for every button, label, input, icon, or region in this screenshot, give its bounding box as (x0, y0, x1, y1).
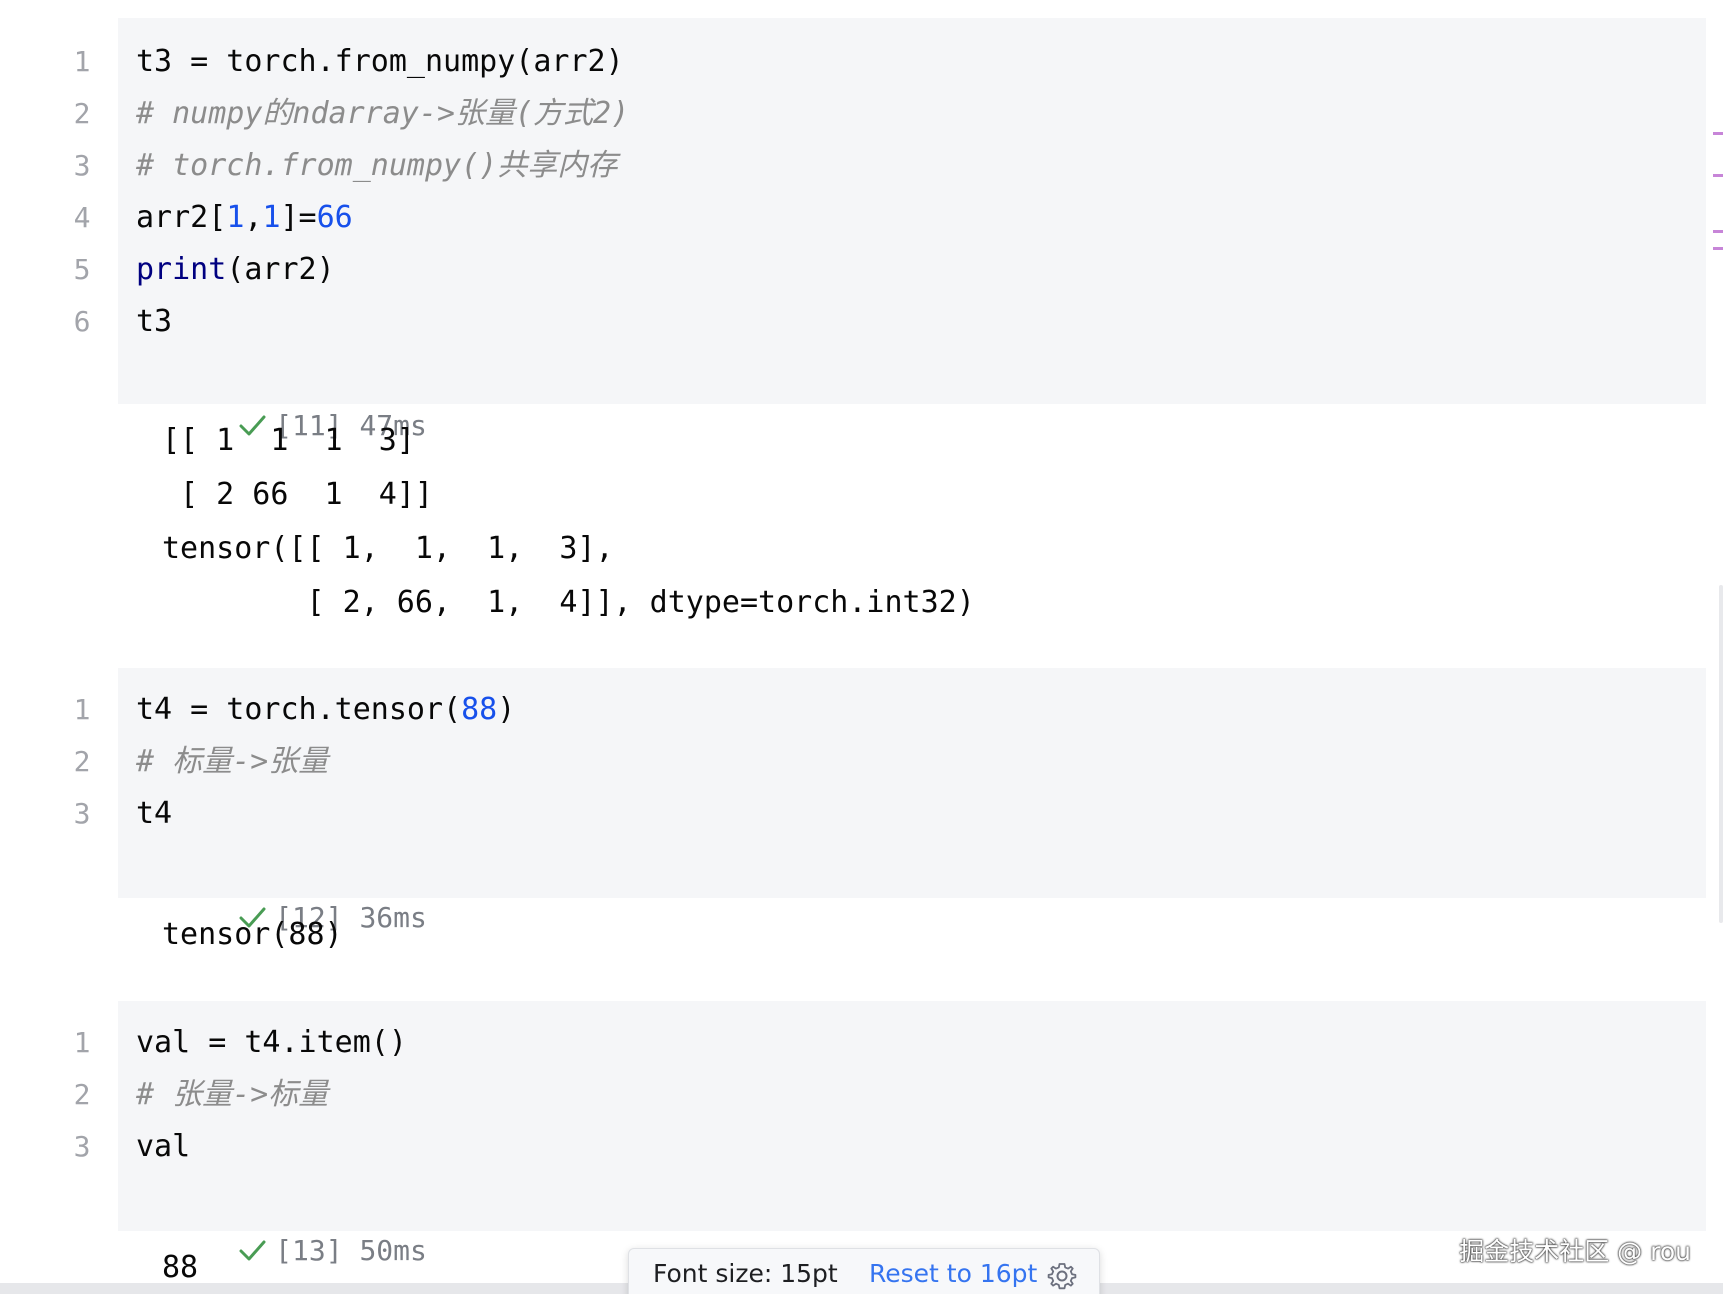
code-text: t4 = torch.tensor(88) (136, 684, 515, 736)
code-text: # 张量->标量 (136, 1069, 328, 1121)
code-comment: # 标量->张量 (136, 744, 329, 779)
code-token: t3 (136, 304, 173, 339)
scrollbar-marker[interactable] (1713, 174, 1723, 177)
code-text: print(arr2) (136, 244, 335, 296)
code-comment: # torch.from_numpy()共享内存 (136, 148, 618, 183)
code-text: t3 = torch.from_numpy(arr2) (136, 36, 624, 88)
code-token: arr2[ (136, 200, 227, 235)
code-token: (arr2) (226, 252, 335, 287)
output-line: tensor([[ 1, 1, 1, 3], (162, 531, 614, 566)
code-number: 1 (226, 200, 245, 235)
code-text: val (136, 1121, 190, 1173)
output-line: [[ 1 1 1 3] (162, 423, 415, 458)
line-number: 6 (73, 305, 91, 338)
execution-status: [13] 50ms (136, 1173, 427, 1267)
scrollbar-thumb[interactable] (1719, 585, 1723, 923)
code-token: t4 = torch.tensor( (136, 692, 462, 727)
reset-font-size-link[interactable]: Reset to 16pt (869, 1259, 1037, 1288)
code-number: 1 (262, 200, 281, 235)
output-line: [ 2 66 1 4]] (162, 477, 433, 512)
code-text: # numpy的ndarray->张量(方式2) (136, 88, 629, 140)
line-number: 1 (73, 1026, 91, 1059)
code-token: val (136, 1129, 191, 1164)
output-line: [ 2, 66, 1, 4]], dtype=torch.int32) (162, 585, 975, 620)
gear-icon[interactable] (1047, 1261, 1077, 1291)
line-number: 1 (73, 45, 91, 78)
code-number: 88 (461, 692, 498, 727)
code-comment: # 张量->标量 (136, 1077, 329, 1112)
execution-status: [12] 36ms (136, 840, 427, 934)
scrollbar-marker[interactable] (1713, 230, 1723, 233)
line-number: 5 (73, 253, 91, 286)
code-token: t3 = torch.from_numpy(arr2) (136, 44, 624, 79)
code-cell-2[interactable]: t4 = torch.tensor(88) # 标量->张量 t4 [12] 3… (118, 668, 1706, 934)
code-token: ) (497, 692, 516, 727)
output-line: tensor(88) (162, 917, 343, 952)
line-number: 4 (73, 201, 91, 234)
code-token: ]= (280, 200, 317, 235)
execution-count-time: [13] 50ms (275, 1234, 427, 1267)
scrollbar-marker[interactable] (1713, 132, 1723, 135)
line-number: 1 (73, 693, 91, 726)
code-text: # 标量->张量 (136, 736, 328, 788)
font-size-label: Font size: 15pt (653, 1259, 838, 1288)
line-number: 2 (73, 745, 91, 778)
watermark: 掘金技术社区 @ rou (1459, 1237, 1691, 1266)
line-number: 2 (73, 97, 91, 130)
line-number: 3 (73, 1130, 91, 1163)
code-keyword: print (136, 252, 227, 287)
code-token: , (244, 200, 263, 235)
check-icon (239, 1240, 266, 1261)
line-number: 2 (73, 1078, 91, 1111)
code-text: val = t4.item() (136, 1017, 407, 1069)
code-token: t4 (136, 796, 173, 831)
code-cell-1[interactable]: t3 = torch.from_numpy(arr2) # numpy的ndar… (118, 18, 1706, 442)
code-text: arr2[1,1]=66 (136, 192, 353, 244)
code-number: 66 (316, 200, 353, 235)
code-text: # torch.from_numpy()共享内存 (136, 140, 617, 192)
code-comment: # numpy的ndarray->张量(方式2) (136, 96, 630, 131)
notebook-editor: t3 = torch.from_numpy(arr2) # numpy的ndar… (0, 0, 1723, 1294)
execution-status: [11] 47ms (136, 348, 427, 442)
font-size-popup: Font size: 15pt Reset to 16pt (628, 1248, 1100, 1294)
code-token: val = t4.item() (136, 1025, 407, 1060)
line-number: 3 (73, 149, 91, 182)
code-text: t4 (136, 788, 172, 840)
line-number: 3 (73, 797, 91, 830)
code-text: t3 (136, 296, 172, 348)
code-cell-3[interactable]: val = t4.item() # 张量->标量 val [13] 50ms (118, 1001, 1706, 1267)
scrollbar-marker[interactable] (1713, 247, 1723, 250)
